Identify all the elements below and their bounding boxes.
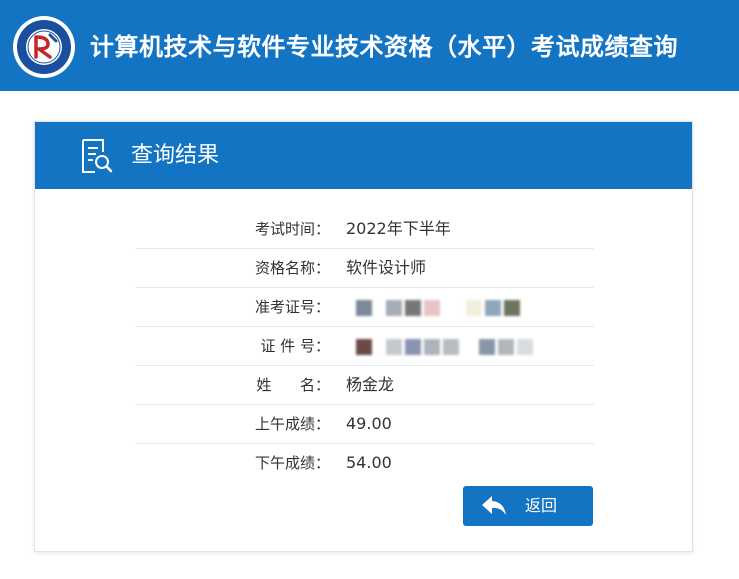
- back-button-label: 返回: [525, 496, 558, 515]
- row-label: 下午成绩：: [254, 454, 330, 472]
- row-qualification: 资格名称： 软件设计师: [135, 249, 594, 288]
- row-value: 软件设计师: [346, 258, 427, 277]
- row-label: 资格名称：: [254, 259, 330, 277]
- row-id-number: 证 件 号：: [135, 327, 594, 366]
- back-button[interactable]: 返回: [463, 486, 593, 526]
- row-afternoon-score: 下午成绩： 54.00: [135, 444, 594, 483]
- row-value: 54.00: [346, 453, 392, 472]
- result-rows: 考试时间： 2022年下半年 资格名称： 软件设计师 准考证号： 证 件 号：: [135, 210, 594, 483]
- row-value: 杨金龙: [346, 375, 395, 394]
- card-header: 查询结果: [35, 122, 692, 189]
- row-exam-time: 考试时间： 2022年下半年: [135, 210, 594, 249]
- row-morning-score: 上午成绩： 49.00: [135, 405, 594, 444]
- result-card: 查询结果 考试时间： 2022年下半年 资格名称： 软件设计师 准考证号： 证 …: [34, 121, 693, 552]
- row-value: 49.00: [346, 414, 392, 433]
- card-title: 查询结果: [131, 143, 220, 168]
- row-label: 证 件 号：: [260, 337, 330, 355]
- site-header: 计算机技术与软件专业技术资格（水平）考试成绩查询: [0, 0, 739, 91]
- redacted-value: [356, 339, 536, 355]
- site-title: 计算机技术与软件专业技术资格（水平）考试成绩查询: [90, 33, 678, 61]
- row-name: 姓 名： 杨金龙: [135, 366, 594, 405]
- row-label: 考试时间：: [254, 220, 330, 238]
- search-document-icon: [82, 139, 113, 173]
- row-admission-number: 准考证号：: [135, 288, 594, 327]
- row-label: 姓 名：: [256, 376, 330, 394]
- row-label: 上午成绩：: [254, 415, 330, 433]
- redacted-value: [356, 300, 536, 316]
- row-value: 2022年下半年: [346, 219, 451, 238]
- reply-arrow-icon: [482, 496, 506, 515]
- row-label: 准考证号：: [254, 298, 330, 316]
- ruankao-seal-icon: [13, 16, 75, 78]
